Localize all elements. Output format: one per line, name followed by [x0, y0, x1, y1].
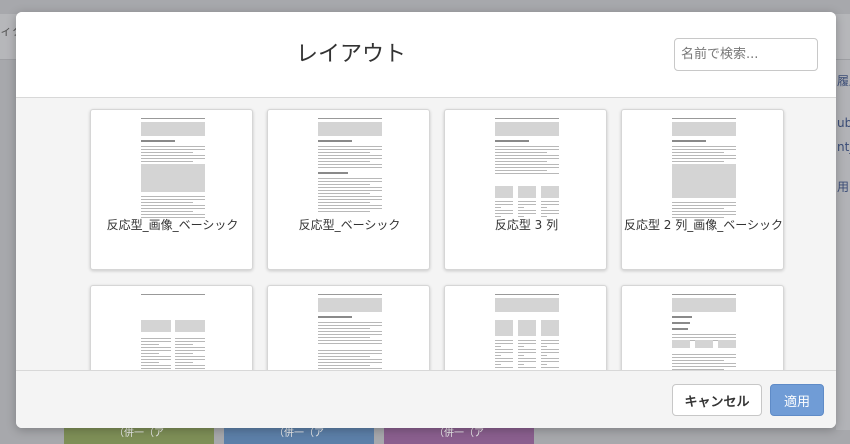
layout-gallery: 反応型_画像_ベーシック 反応型_ベーシック 反応型 3 列 反応型 2 列_画… [16, 98, 836, 370]
background-right-text: nt_ [837, 140, 850, 154]
layout-card-label: 反応型_ベーシック [298, 218, 401, 232]
background-right-column: 履历 ubj nt_ 用 [836, 60, 850, 430]
layout-thumbnail [139, 292, 207, 370]
background-right-text: 履历 [837, 74, 850, 88]
layout-card[interactable] [621, 285, 784, 370]
layout-dialog: レイアウト 反応型_画像_ベーシック 反応型_ベーシック 反応型 3 列 反応型… [16, 12, 836, 428]
layout-thumbnail [670, 292, 738, 370]
layout-card-label: 反応型 3 列 [494, 218, 559, 232]
background-tile: （併一（ア [384, 428, 534, 444]
layout-grid: 反応型_画像_ベーシック 反応型_ベーシック 反応型 3 列 反応型 2 列_画… [90, 109, 784, 370]
layout-card[interactable]: 反応型_画像_ベーシック [90, 109, 253, 270]
layout-card[interactable]: 反応型 2 列_画像_ベーシック [621, 109, 784, 270]
search-input[interactable] [674, 38, 818, 71]
layout-thumbnail [493, 292, 561, 370]
dialog-footer: キャンセル 適用 [16, 370, 836, 428]
layout-card[interactable]: 反応型 3 列 [444, 109, 607, 270]
apply-button[interactable]: 適用 [770, 384, 824, 416]
layout-card[interactable] [267, 285, 430, 370]
layout-thumbnail [139, 116, 207, 220]
layout-card[interactable]: 反応型_ベーシック [267, 109, 430, 270]
layout-card[interactable] [444, 285, 607, 370]
background-tile: （併一（ア [64, 428, 214, 444]
background-right-text: 用 [837, 180, 850, 194]
layout-card[interactable] [90, 285, 253, 370]
background-tile: （併一（ア [224, 428, 374, 444]
layout-thumbnail [670, 116, 738, 220]
layout-card-label: 反応型_画像_ベーシック [106, 218, 239, 232]
background-bottom-strip: （併一（ア （併一（ア （併一（ア [0, 428, 850, 444]
layout-thumbnail [316, 116, 384, 220]
layout-card-label: 反応型 2 列_画像_ベーシック [623, 218, 784, 232]
dialog-header: レイアウト [16, 12, 836, 98]
layout-thumbnail [316, 292, 384, 370]
layout-thumbnail [493, 116, 561, 220]
background-right-text: ubj [837, 116, 850, 130]
dialog-title: レイアウト [295, 42, 406, 67]
cancel-button[interactable]: キャンセル [672, 384, 762, 416]
